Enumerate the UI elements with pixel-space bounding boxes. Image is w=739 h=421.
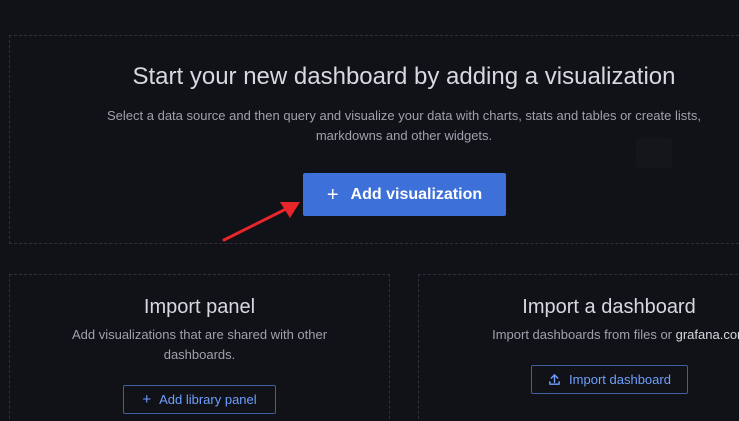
import-panel-description: Add visualizations that are shared with … — [60, 325, 339, 365]
import-dashboard-label: Import dashboard — [569, 372, 671, 387]
annotation-arrow-icon — [222, 202, 300, 242]
empty-state-description: Select a data source and then query and … — [80, 106, 728, 146]
empty-state-title: Start your new dashboard by adding a vis… — [132, 63, 676, 90]
import-dashboard-title: Import a dashboard — [522, 296, 696, 318]
upload-icon — [549, 374, 560, 385]
grafana-com-link[interactable]: grafana.com — [676, 327, 739, 342]
import-dashboard-description-text: Import dashboards from files or — [492, 327, 676, 342]
import-dashboard-description: Import dashboards from files or grafana.… — [440, 325, 739, 345]
plus-icon: + — [142, 391, 152, 408]
dashboard-empty-state: Start your new dashboard by adding a vis… — [0, 0, 739, 421]
add-library-panel-button[interactable]: + Add library panel — [123, 385, 276, 414]
import-panel-title: Import panel — [143, 296, 256, 318]
add-library-panel-label: Add library panel — [159, 392, 257, 407]
add-visualization-label: Add visualization — [350, 185, 483, 203]
add-visualization-button[interactable]: + Add visualization — [303, 173, 506, 216]
empty-state-description-line1: Select a data source and then query and … — [107, 108, 701, 123]
import-panel-description-line1: Add visualizations that are shared with … — [71, 327, 328, 342]
import-dashboard-button[interactable]: Import dashboard — [531, 365, 688, 394]
import-panel-description-line2: dashboards. — [163, 347, 236, 362]
empty-state-description-line2: markdowns and other widgets. — [315, 128, 493, 143]
plus-icon: + — [326, 183, 339, 206]
